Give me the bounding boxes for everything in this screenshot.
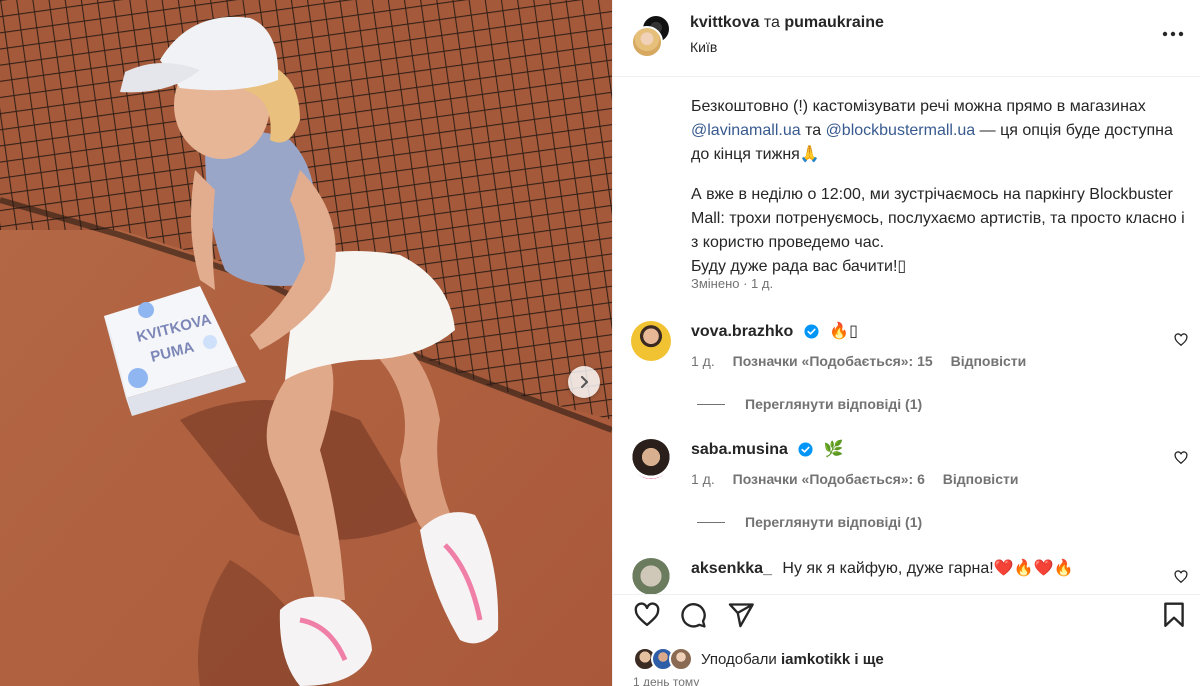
caption-paragraph-1: Безкоштовно (!) кастомізувати речі можна… <box>691 95 1191 167</box>
replies-divider <box>697 521 725 523</box>
comment-text: Ну як я кайфую, дуже гарна!❤️🔥❤️🔥 <box>782 560 1074 577</box>
avatar[interactable] <box>669 647 693 671</box>
verified-badge-icon <box>798 442 813 457</box>
heart-icon[interactable] <box>633 601 661 629</box>
view-replies-button[interactable]: Переглянути відповіді (1) <box>697 514 922 530</box>
comment-text: 🔥▯ <box>829 323 858 340</box>
comment-like-heart-icon[interactable] <box>1174 451 1188 465</box>
more-options-button[interactable] <box>1159 24 1187 44</box>
mention-blockbustermall[interactable]: @blockbustermall.ua <box>826 122 976 139</box>
view-replies-label: Переглянути відповіді (1) <box>745 514 923 530</box>
reply-button[interactable]: Відповісти <box>951 353 1027 369</box>
send-icon[interactable] <box>727 601 755 629</box>
post-location[interactable]: Київ <box>690 39 717 55</box>
caption-text: Безкоштовно (!) кастомізувати речі можна… <box>691 98 1146 115</box>
caption-text: та <box>800 122 826 139</box>
comment-username[interactable]: aksenkka_ <box>691 560 772 577</box>
post-photo[interactable]: KVITKOVA PUMA <box>0 0 612 686</box>
collaborator-username[interactable]: pumaukraine <box>784 14 884 31</box>
view-replies-button[interactable]: Переглянути відповіді (1) <box>697 396 922 412</box>
post-time-ago[interactable]: 1 день тому <box>633 675 699 686</box>
tennis-court-photo: KVITKOVA PUMA <box>0 0 612 686</box>
comment-username[interactable]: saba.musina <box>691 441 788 458</box>
comment-icon[interactable] <box>679 601 707 629</box>
verified-badge-icon <box>804 324 819 339</box>
chevron-right-icon <box>581 376 588 388</box>
post-authors: kvittkova та pumaukraine <box>690 14 884 32</box>
comment-username[interactable]: vova.brazhko <box>691 323 793 340</box>
next-image-button[interactable] <box>568 366 600 398</box>
mention-lavinamall[interactable]: @lavinamall.ua <box>691 122 801 139</box>
liked-by-row: Уподобали iamkotikk і ще <box>633 647 884 671</box>
comment-like-heart-icon[interactable] <box>1174 333 1188 347</box>
collab-avatars[interactable] <box>629 14 673 58</box>
post-caption: Безкоштовно (!) кастомізувати речі можна… <box>691 95 1191 279</box>
avatar[interactable] <box>631 439 671 479</box>
comment-time[interactable]: 1 д. <box>691 471 715 487</box>
liked-by-text: Уподобали iamkotikk і ще <box>701 651 884 668</box>
bookmark-icon[interactable] <box>1161 601 1187 629</box>
comment-meta: 1 д. Позначки «Подобається»: 15 Відповіс… <box>691 353 1151 369</box>
comment-time[interactable]: 1 д. <box>691 353 715 369</box>
more-horizontal-icon <box>1162 31 1184 37</box>
author-connector: та <box>763 14 780 31</box>
caption-edited-time: Змінено · 1 д. <box>691 276 774 291</box>
liked-by-user[interactable]: iamkotikk <box>781 651 850 668</box>
comment-likes[interactable]: Позначки «Подобається»: 6 <box>733 471 925 487</box>
comment-text: 🌿 <box>823 441 844 458</box>
post-header: kvittkova та pumaukraine Київ <box>613 0 1200 77</box>
caption-paragraph-2: А вже в неділю о 12:00, ми зустрічаємось… <box>691 186 1185 251</box>
post-action-bar: Уподобали iamkotikk і ще 1 день тому <box>613 594 1200 686</box>
liked-by-others[interactable]: і ще <box>854 651 883 668</box>
comment-likes[interactable]: Позначки «Подобається»: 15 <box>733 353 933 369</box>
liked-by-prefix: Уподобали <box>701 650 777 668</box>
replies-divider <box>697 403 725 405</box>
comment-like-heart-icon[interactable] <box>1174 570 1188 584</box>
author-username[interactable]: kvittkova <box>690 14 759 31</box>
avatar[interactable] <box>631 558 671 598</box>
view-replies-label: Переглянути відповіді (1) <box>745 396 923 412</box>
comment-meta: 1 д. Позначки «Подобається»: 6 Відповіст… <box>691 471 1151 487</box>
avatar[interactable] <box>631 321 671 361</box>
reply-button[interactable]: Відповісти <box>943 471 1019 487</box>
avatar-kvittkova[interactable] <box>631 26 663 58</box>
post-side-panel: kvittkova та pumaukraine Київ Безкоштовн… <box>612 0 1200 686</box>
